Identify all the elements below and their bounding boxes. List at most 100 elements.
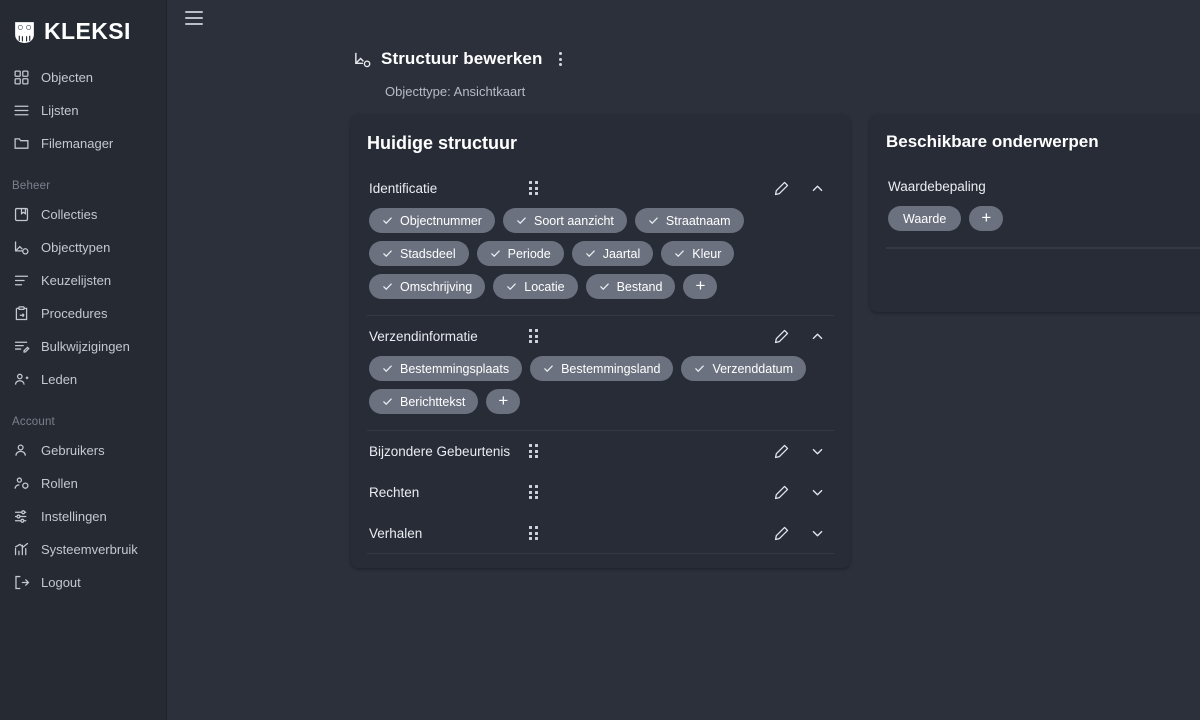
group-field-chips: Objectnummer Soort aanzicht Straatnaam S… [367,208,834,315]
add-field-button[interactable]: + [969,206,1003,231]
edit-group-button[interactable] [768,438,794,464]
drag-handle-icon[interactable] [529,444,538,458]
hamburger-icon[interactable] [185,11,203,25]
sidebar-item-objecten[interactable]: Objecten [0,61,166,94]
brand-logo[interactable]: KLEKSI [0,12,166,51]
field-chip[interactable]: Omschrijving [369,274,485,299]
owl-icon [12,18,37,45]
clipboard-icon [13,305,30,322]
sidebar-item-leden[interactable]: Leden [0,363,166,396]
check-icon [382,248,393,259]
sidebar-item-label: Leden [41,372,77,387]
check-icon [382,215,393,226]
sidebar-section-label: Beheer [0,174,166,198]
field-chip[interactable]: Soort aanzicht [503,208,627,233]
field-chip[interactable]: Stadsdeel [369,241,469,266]
sidebar-item-collecties[interactable]: Collecties [0,198,166,231]
list-icon [13,102,30,119]
check-icon [543,363,554,374]
panel-title: Huidige structuur [367,133,834,154]
collection-icon [13,206,30,223]
sidebar-item-label: Objecttypen [41,240,110,255]
available-subjects-panel: Beschikbare onderwerpen Bewerken [870,115,1200,312]
check-icon [516,215,527,226]
sidebar-item-label: Objecten [41,70,93,85]
sidebar-item-logout[interactable]: Logout [0,566,166,599]
settings-sliders-icon [13,508,30,525]
available-group-header[interactable]: Waardebepaling [886,166,1200,206]
group-name: Bijzondere Gebeurtenis [369,444,529,459]
field-chip[interactable]: Berichttekst [369,389,478,414]
field-chip[interactable]: Straatnaam [635,208,744,233]
structure-group-header[interactable]: Rechten [367,472,834,512]
field-chip-label: Omschrijving [400,280,472,294]
field-chip[interactable]: Kleur [661,241,734,266]
structure-group-header[interactable]: Verhalen [367,513,834,553]
sidebar-item-systeemverbruik[interactable]: Systeemverbruik [0,533,166,566]
sidebar-item-procedures[interactable]: Procedures [0,297,166,330]
collapse-group-button[interactable] [804,323,830,349]
sidebar-item-label: Keuzelijsten [41,273,111,288]
structure-group-list: Identificatie [367,168,834,554]
page-title: Structuur bewerken [381,49,542,69]
check-icon [674,248,685,259]
sidebar-section-account: Account Gebruikers Rollen [0,410,166,599]
drag-handle-icon[interactable] [529,526,538,540]
field-chip-label: Stadsdeel [400,247,456,261]
edit-group-button[interactable] [768,175,794,201]
drag-handle-icon[interactable] [529,329,538,343]
expand-group-button[interactable] [804,438,830,464]
field-chip[interactable]: Verzenddatum [681,356,806,381]
sidebar-item-filemanager[interactable]: Filemanager [0,127,166,160]
sidebar-item-label: Logout [41,575,81,590]
page-subtitle: Objecttype: Ansichtkaart [385,84,1200,99]
brand-name: KLEKSI [44,20,131,43]
field-chip[interactable]: Periode [477,241,564,266]
users-icon [13,442,30,459]
field-chip[interactable]: Waarde [888,206,961,231]
sidebar-item-label: Bulkwijzigingen [41,339,130,354]
group-field-chips: Bestemmingsplaats Bestemmingsland Verzen… [367,356,834,430]
structure-group-header[interactable]: Identificatie [367,168,834,208]
collapse-group-button[interactable] [804,175,830,201]
sidebar-item-rollen[interactable]: Rollen [0,467,166,500]
add-field-button[interactable]: + [486,389,520,414]
sidebar: KLEKSI Objecten Lijsten [0,0,167,720]
field-chip[interactable]: Objectnummer [369,208,495,233]
sidebar-item-label: Instellingen [41,509,107,524]
empty-group-row [886,248,1200,300]
field-chip-label: Objectnummer [400,214,482,228]
field-chip[interactable]: Bestand [586,274,676,299]
more-vertical-icon[interactable] [553,50,567,68]
field-chip[interactable]: Bestemmingsplaats [369,356,522,381]
drag-handle-icon[interactable] [529,485,538,499]
expand-group-button[interactable] [804,520,830,546]
add-field-button[interactable]: + [683,274,717,299]
field-chip[interactable]: Jaartal [572,241,654,266]
group-field-chips: Waarde + [886,206,1200,247]
drag-handle-icon[interactable] [529,181,538,195]
field-chip[interactable]: Locatie [493,274,577,299]
field-chip-label: Bestemmingsplaats [400,362,509,376]
structure-group: Identificatie [367,168,834,316]
field-chip[interactable]: Bestemmingsland [530,356,673,381]
sidebar-item-objecttypen[interactable]: Objecttypen [0,231,166,264]
sidebar-item-lijsten[interactable]: Lijsten [0,94,166,127]
field-chip-label: Jaartal [603,247,641,261]
structure-group-header[interactable]: Bijzondere Gebeurtenis [367,431,834,471]
structure-group-header[interactable]: Verzendinformatie [367,316,834,356]
panel-title: Beschikbare onderwerpen [886,132,1099,152]
edit-group-button[interactable] [768,520,794,546]
available-group-list: Waardebepaling [886,166,1200,300]
structure-group: Rechten [367,472,834,513]
sidebar-item-keuzelijsten[interactable]: Keuzelijsten [0,264,166,297]
group-name: Verhalen [369,526,529,541]
sidebar-item-instellingen[interactable]: Instellingen [0,500,166,533]
choice-list-icon [13,272,30,289]
object-type-icon [353,50,372,69]
sidebar-item-gebruikers[interactable]: Gebruikers [0,434,166,467]
sidebar-item-bulkwijzigingen[interactable]: Bulkwijzigingen [0,330,166,363]
edit-group-button[interactable] [768,323,794,349]
expand-group-button[interactable] [804,479,830,505]
edit-group-button[interactable] [768,479,794,505]
